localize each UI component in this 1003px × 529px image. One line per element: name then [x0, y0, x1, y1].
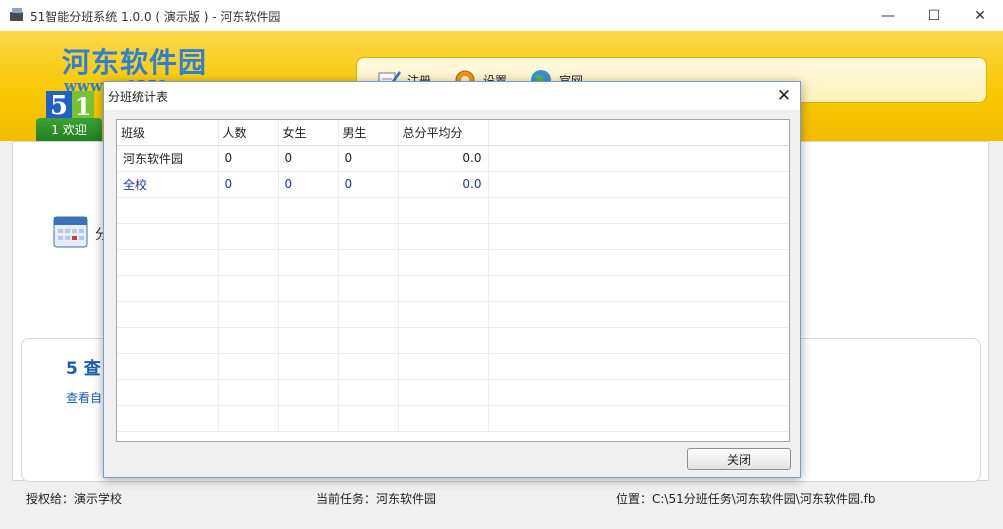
column-header-male[interactable]: 男生	[338, 120, 399, 146]
cell-class: 全校	[117, 171, 219, 198]
cell-count: 0	[218, 145, 279, 172]
empty-row	[117, 353, 789, 380]
class-stats-dialog: 分班统计表 ✕ 班级 人数 女生 男生 总分平均分 河东软件园 0 0 0 0.…	[103, 81, 801, 478]
brand-digit-1: 1	[72, 91, 94, 121]
status-location: 位置：C:\51分班任务\河东软件园\河东软件园.fb	[616, 492, 876, 506]
cell-filler	[488, 145, 789, 172]
column-header-female[interactable]: 女生	[278, 120, 339, 146]
maximize-button[interactable]: ☐	[911, 0, 957, 31]
empty-row	[117, 275, 789, 302]
brand-digit-5: 5	[46, 91, 72, 121]
empty-row	[117, 301, 789, 328]
empty-row	[117, 197, 789, 224]
app-icon	[10, 8, 23, 21]
window-title: 51智能分班系统 1.0.0 ( 演示版 ) - 河东软件园	[30, 10, 281, 24]
status-licensed-to: 授权给：演示学校	[26, 492, 123, 506]
table-header-row: 班级 人数 女生 男生 总分平均分	[117, 120, 789, 146]
status-bar: 授权给：演示学校 当前任务：河东软件园 位置：C:\51分班任务\河东软件园\河…	[0, 486, 1003, 510]
tab-welcome[interactable]: 1 欢迎	[36, 118, 102, 141]
info-card-title: 5 查	[66, 359, 101, 379]
cell-count: 0	[218, 171, 279, 198]
cell-male: 0	[338, 145, 399, 172]
dialog-title: 分班统计表	[108, 90, 169, 104]
watermark-logo: 河东软件园	[62, 46, 208, 79]
window-titlebar: 51智能分班系统 1.0.0 ( 演示版 ) - 河东软件园 — ☐ ✕	[0, 0, 1003, 31]
cell-avg-score: 0.0	[398, 145, 489, 172]
table-row[interactable]: 河东软件园 0 0 0 0.0	[117, 145, 789, 172]
empty-row	[117, 405, 789, 432]
table-row-total[interactable]: 全校 0 0 0 0.0	[117, 171, 789, 198]
cell-male: 0	[338, 171, 399, 198]
cell-female: 0	[278, 171, 339, 198]
column-header-filler	[488, 120, 789, 146]
cell-female: 0	[278, 145, 339, 172]
column-header-count[interactable]: 人数	[218, 120, 279, 146]
close-dialog-button[interactable]: 关闭	[687, 448, 791, 470]
minimize-button[interactable]: —	[865, 0, 911, 31]
column-header-class[interactable]: 班级	[117, 120, 219, 146]
dialog-close-icon[interactable]: ✕	[772, 84, 796, 108]
info-card-link[interactable]: 查看自	[66, 389, 102, 406]
cell-filler	[488, 171, 789, 198]
stats-table[interactable]: 班级 人数 女生 男生 总分平均分 河东软件园 0 0 0 0.0 全校 0 0…	[116, 119, 790, 442]
status-current-task: 当前任务：河东软件园	[316, 492, 437, 506]
empty-row	[117, 379, 789, 406]
calendar-icon[interactable]	[53, 215, 88, 248]
cell-avg-score: 0.0	[398, 171, 489, 198]
empty-row	[117, 223, 789, 250]
close-window-button[interactable]: ✕	[957, 0, 1003, 31]
empty-row	[117, 327, 789, 354]
column-header-avg-score[interactable]: 总分平均分	[398, 120, 489, 146]
dialog-titlebar: 分班统计表 ✕	[104, 82, 800, 110]
cell-class: 河东软件园	[117, 145, 219, 172]
empty-row	[117, 249, 789, 276]
